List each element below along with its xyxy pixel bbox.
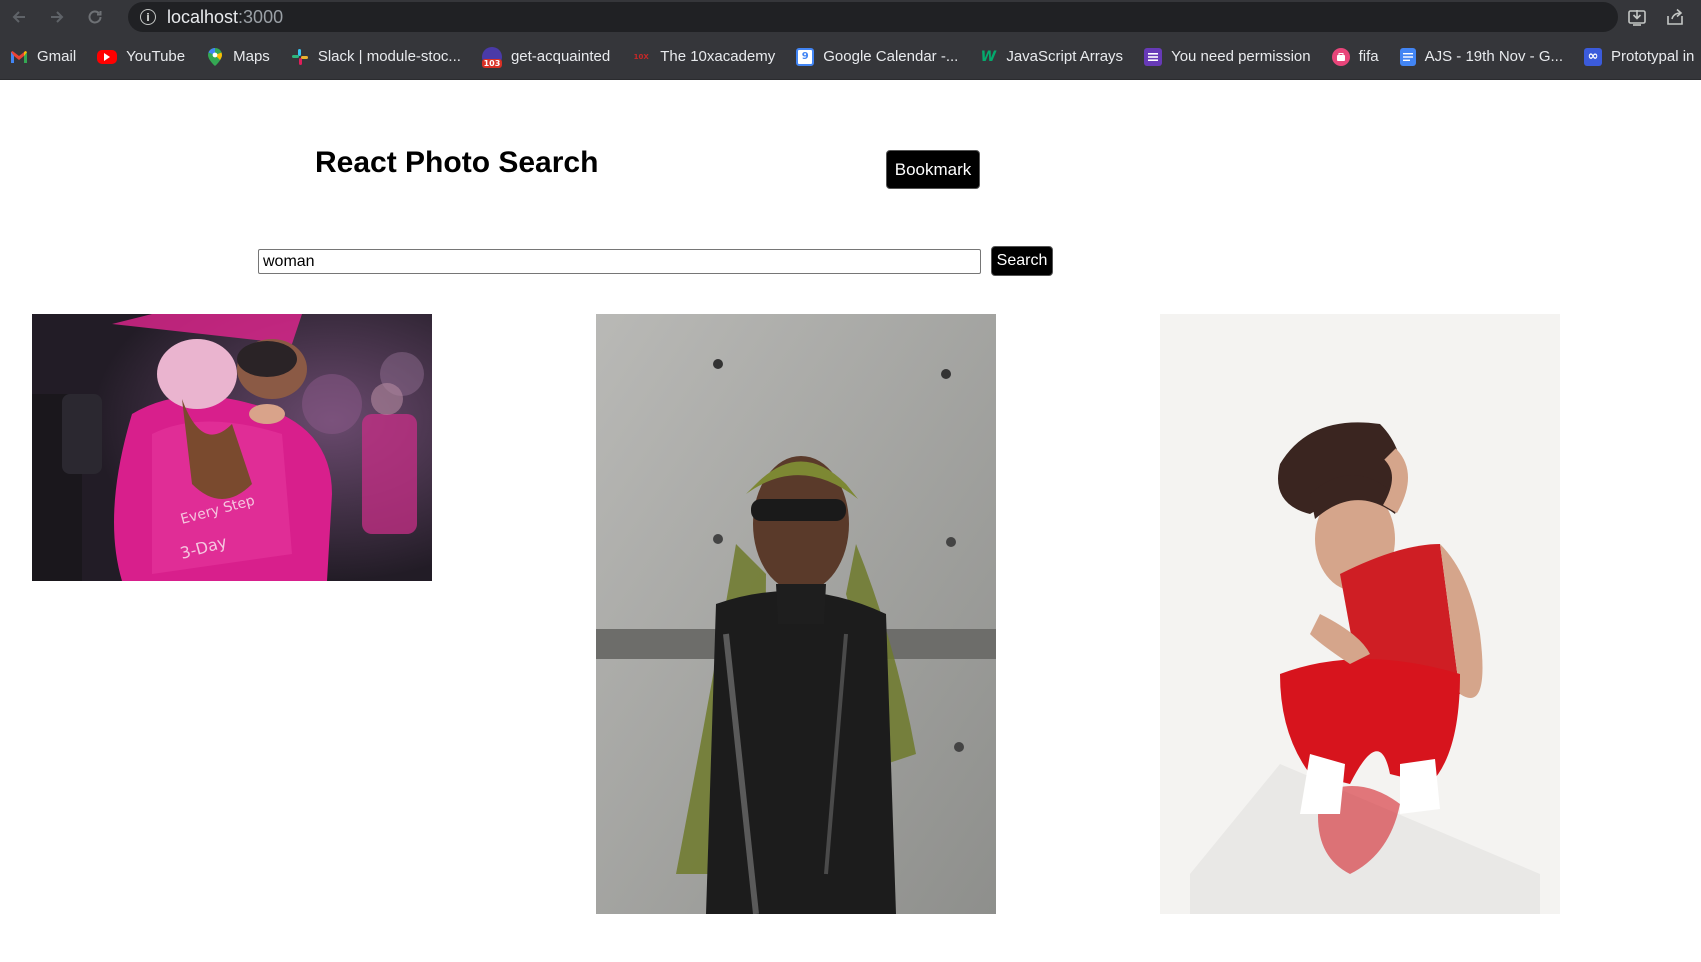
bookmark-label: Slack | module-stoc... (317, 48, 461, 65)
google-forms-icon (1144, 47, 1163, 66)
arrow-right-icon (51, 11, 64, 23)
bookmark-prototypal[interactable]: ∞ Prototypal in (1584, 47, 1695, 66)
photo-result-braids[interactable] (596, 314, 996, 914)
bookmark-label: fifa (1358, 48, 1379, 65)
bookmark-youtube[interactable]: YouTube (97, 48, 185, 65)
bookmark-label: The 10xacademy (660, 48, 776, 65)
infinity-icon: ∞ (1584, 47, 1603, 66)
share-icon[interactable] (1665, 7, 1685, 27)
bookmark-label: Google Calendar -... (823, 48, 959, 65)
page-title: React Photo Search (315, 146, 599, 179)
bookmark-label: JavaScript Arrays (1006, 48, 1124, 65)
bookmark-label: Prototypal in (1611, 48, 1695, 65)
bookmark-label: Maps (233, 48, 270, 65)
google-calendar-icon: 9 (796, 47, 815, 66)
photo-result-hug[interactable]: Every Step 3-Day (32, 314, 432, 581)
back-button[interactable] (0, 0, 38, 34)
url-port: :3000 (238, 6, 284, 27)
bookmark-label: YouTube (126, 48, 186, 65)
reload-icon (88, 10, 102, 24)
bookmark-you-need-permission[interactable]: You need permission (1144, 47, 1311, 66)
photo-woman-concrete-wall (596, 314, 996, 914)
w3schools-icon: W (980, 48, 997, 65)
bookmark-10xacademy[interactable]: 10X The 10xacademy (631, 48, 776, 66)
bookmark-fifa[interactable]: fifa (1331, 47, 1379, 66)
url-host: localhost (167, 6, 239, 27)
bookmark-label: Gmail (37, 48, 77, 65)
bookmark-button[interactable]: Bookmark (886, 150, 980, 189)
reload-button[interactable] (76, 0, 114, 34)
bookmark-gmail[interactable]: Gmail (10, 48, 76, 66)
calendar-badge-icon: 103 (481, 46, 502, 68)
browser-toolbar: i localhost:3000 (0, 0, 1701, 34)
arrow-left-icon (12, 11, 25, 23)
photo-result-red-outfit[interactable] (1160, 314, 1560, 914)
slack-icon (291, 48, 309, 66)
10x-icon: 10X (633, 52, 649, 61)
bookmark-slack[interactable]: Slack | module-stoc... (291, 48, 461, 66)
site-info-icon[interactable]: i (140, 9, 156, 25)
bookmark-javascript-arrays[interactable]: W JavaScript Arrays (979, 48, 1123, 66)
install-app-icon[interactable] (1627, 7, 1647, 27)
bookmarks-bar: Gmail YouTube Maps Slack | module-stoc..… (0, 34, 1701, 80)
search-button[interactable]: Search (991, 246, 1053, 276)
photo-hugging-women: Every Step 3-Day (32, 314, 432, 581)
calendar-badge-count: 103 (481, 58, 502, 68)
search-input[interactable] (258, 249, 981, 274)
bookmark-maps[interactable]: Maps (206, 47, 270, 66)
forward-button[interactable] (38, 0, 76, 34)
gmail-icon (10, 48, 28, 66)
photo-woman-red-jumpsuit (1160, 314, 1560, 914)
bookmark-ajs[interactable]: AJS - 19th Nov - G... (1399, 47, 1564, 66)
bookmark-label: get-acquainted (510, 48, 611, 65)
bookmark-label: AJS - 19th Nov - G... (1424, 48, 1564, 65)
google-docs-icon (1399, 47, 1416, 66)
bookmark-google-calendar[interactable]: 9 Google Calendar -... (796, 47, 959, 66)
bookmark-label: You need permission (1171, 48, 1311, 65)
address-bar[interactable]: i localhost:3000 (128, 2, 1618, 32)
youtube-icon (97, 49, 118, 64)
fifa-icon (1331, 47, 1350, 66)
bookmark-get-acquainted[interactable]: 103 get-acquainted (481, 46, 611, 68)
maps-icon (206, 47, 224, 66)
